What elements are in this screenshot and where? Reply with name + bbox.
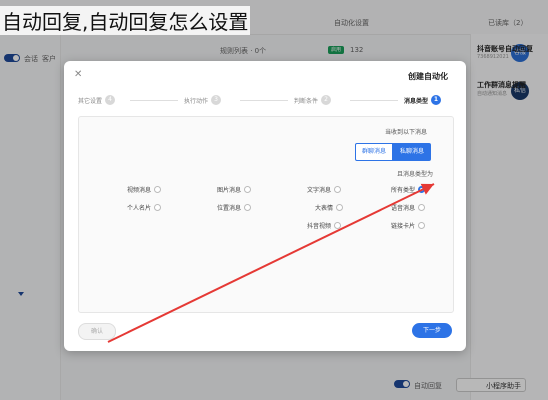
radio-icon[interactable] [418,204,426,211]
option-all-types[interactable]: 所有类型 [391,185,426,194]
step-2-number: 2 [321,95,332,105]
group-chat-segment[interactable]: 群聊消息 [355,143,394,161]
radio-icon[interactable] [244,186,252,193]
radio-icon[interactable] [334,222,342,229]
create-automation-modal: ✕ 创建自动化 其它设置 4 执行动作 3 判断条件 2 消息类型 1 当收到以… [64,61,466,351]
option-label: 链接卡片 [391,223,416,230]
step-progress: 其它设置 4 执行动作 3 判断条件 2 消息类型 1 [78,93,452,107]
page-caption: 自动回复,自动回复怎么设置 [0,6,251,35]
radio-icon[interactable] [244,204,252,211]
message-type-panel: 当收到以下消息 群聊消息 私聊消息 且消息类型为 所有类型 文字消息 图片消息 … [78,116,454,313]
option-link-card[interactable]: 链接卡片 [391,221,426,230]
option-image[interactable]: 图片消息 [217,185,252,194]
step-4-number: 4 [105,95,116,105]
option-label: 语音消息 [391,205,416,212]
step-connector [240,100,288,101]
step-3-number: 3 [211,95,222,105]
step-1-number: 1 [431,95,442,105]
receive-message-label: 当收到以下消息 [385,129,428,136]
next-step-button[interactable]: 下一步 [412,323,452,338]
step-connector [130,100,178,101]
step-connector [350,100,398,101]
option-sticker[interactable]: 大表情 [315,203,344,212]
option-text[interactable]: 文字消息 [307,185,342,194]
step-2-label: 判断条件 [294,97,319,105]
option-voice[interactable]: 语音消息 [391,203,426,212]
option-label: 大表情 [315,205,334,212]
radio-icon[interactable] [336,204,344,211]
close-icon[interactable]: ✕ [74,69,82,80]
message-type-label: 且消息类型为 [397,171,434,178]
option-label: 图片消息 [217,187,242,194]
step-1-label: 消息类型 [404,97,429,105]
modal-title: 创建自动化 [408,72,448,81]
option-label: 抖音视频 [307,223,332,230]
radio-icon[interactable] [334,186,342,193]
radio-icon[interactable] [154,186,162,193]
step-3-label: 执行动作 [184,97,209,105]
option-douyin-video[interactable]: 抖音视频 [307,221,342,230]
step-4[interactable]: 其它设置 4 [78,93,116,107]
step-4-label: 其它设置 [78,97,103,105]
chat-type-segmented: 群聊消息 私聊消息 [355,143,432,161]
step-3[interactable]: 执行动作 3 [184,93,222,107]
option-label: 个人名片 [127,205,152,212]
option-label: 位置消息 [217,205,242,212]
radio-icon[interactable] [418,222,426,229]
confirm-button[interactable]: 确认 [78,323,116,340]
option-label: 文字消息 [307,187,332,194]
option-label: 视频消息 [127,187,152,194]
option-label: 所有类型 [391,187,416,194]
step-1[interactable]: 消息类型 1 [404,93,442,107]
radio-checked-icon[interactable] [418,186,426,193]
option-video[interactable]: 视频消息 [127,185,162,194]
step-2[interactable]: 判断条件 2 [294,93,332,107]
option-location[interactable]: 位置消息 [217,203,252,212]
radio-icon[interactable] [154,204,162,211]
option-contact-card[interactable]: 个人名片 [127,203,162,212]
private-chat-segment[interactable]: 私聊消息 [393,143,432,161]
